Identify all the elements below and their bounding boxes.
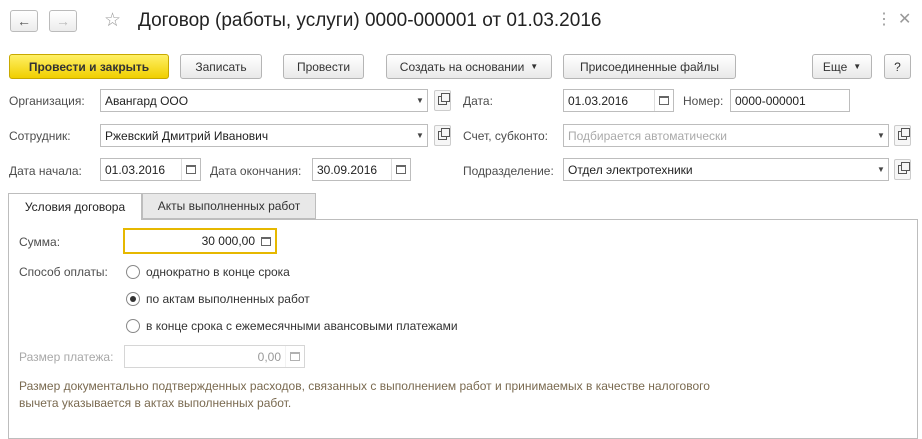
date-field[interactable]: 01.03.2016 xyxy=(563,89,674,112)
account-label: Счет, субконто: xyxy=(463,129,548,143)
start-date-label: Дата начала: xyxy=(9,164,82,178)
dropdown-arrow-icon: ▼ xyxy=(530,62,539,71)
payment-size-label: Размер платежа: xyxy=(19,350,114,364)
open-icon xyxy=(898,128,910,140)
dropdown-arrow-icon[interactable]: ▼ xyxy=(874,125,888,146)
forward-button[interactable]: → xyxy=(49,10,77,32)
star-icon[interactable]: ☆ xyxy=(104,9,121,32)
organization-field[interactable]: Авангард ООО ▼ xyxy=(100,89,428,112)
open-icon xyxy=(898,162,910,174)
calendar-icon[interactable] xyxy=(181,159,200,180)
vertical-dots-icon[interactable]: ⋮ xyxy=(876,9,892,29)
radio-monthly-advance-label[interactable]: в конце срока с ежемесячными авансовыми … xyxy=(146,319,458,333)
employee-field[interactable]: Ржевский Дмитрий Иванович ▼ xyxy=(100,124,428,147)
open-icon xyxy=(438,128,450,140)
organization-value: Авангард ООО xyxy=(105,93,189,108)
help-button[interactable]: ? xyxy=(884,54,911,79)
division-value: Отдел электротехники xyxy=(568,162,693,177)
division-field[interactable]: Отдел электротехники ▼ xyxy=(563,158,889,181)
start-date-field[interactable]: 01.03.2016 xyxy=(100,158,201,181)
radio-once-end[interactable] xyxy=(126,265,140,279)
open-division-button[interactable] xyxy=(894,159,911,180)
radio-by-acts-label[interactable]: по актам выполненных работ xyxy=(146,292,310,306)
attached-files-button[interactable]: Присоединенные файлы xyxy=(563,54,736,79)
payment-size-value: 0,00 xyxy=(257,349,281,364)
tab-contract-conditions[interactable]: Условия договора xyxy=(8,193,142,220)
dropdown-arrow-icon[interactable]: ▼ xyxy=(874,159,888,180)
post-button[interactable]: Провести xyxy=(283,54,364,79)
date-value: 01.03.2016 xyxy=(568,93,629,108)
radio-once-end-label[interactable]: однократно в конце срока xyxy=(146,265,290,279)
employee-label: Сотрудник: xyxy=(9,129,71,143)
end-date-label: Дата окончания: xyxy=(210,164,302,178)
calendar-icon[interactable] xyxy=(391,159,410,180)
radio-monthly-advance[interactable] xyxy=(126,319,140,333)
arrow-right-icon: → xyxy=(56,13,70,29)
arrow-left-icon: ← xyxy=(17,13,31,29)
dropdown-arrow-icon[interactable]: ▼ xyxy=(413,90,427,111)
account-placeholder: Подбирается автоматически xyxy=(568,128,727,143)
tab-work-acts[interactable]: Акты выполненных работ xyxy=(142,193,316,219)
number-field[interactable]: 0000-000001 xyxy=(730,89,850,112)
radio-by-acts[interactable] xyxy=(126,292,140,306)
save-button[interactable]: Записать xyxy=(180,54,262,79)
open-icon xyxy=(438,93,450,105)
post-and-close-button[interactable]: Провести и закрыть xyxy=(9,54,169,79)
close-icon[interactable]: ✕ xyxy=(898,9,911,29)
payment-method-label: Способ оплаты: xyxy=(19,265,108,279)
page-title: Договор (работы, услуги) 0000-000001 от … xyxy=(138,10,602,31)
dropdown-arrow-icon: ▼ xyxy=(853,62,862,71)
calendar-icon[interactable] xyxy=(654,90,673,111)
end-date-value: 30.09.2016 xyxy=(317,162,378,177)
calculator-icon[interactable] xyxy=(257,230,275,252)
dropdown-arrow-icon[interactable]: ▼ xyxy=(413,125,427,146)
start-date-value: 01.03.2016 xyxy=(105,162,166,177)
date-label: Дата: xyxy=(463,94,493,108)
open-account-button[interactable] xyxy=(894,125,911,146)
sum-field[interactable]: 30 000,00 xyxy=(123,228,277,254)
sum-value: 30 000,00 xyxy=(201,234,255,248)
more-label: Еще xyxy=(822,59,848,74)
back-button[interactable]: ← xyxy=(10,10,38,32)
open-organization-button[interactable] xyxy=(434,90,451,111)
division-label: Подразделение: xyxy=(463,164,554,178)
organization-label: Организация: xyxy=(9,94,85,108)
more-button[interactable]: Еще ▼ xyxy=(812,54,872,79)
sum-label: Сумма: xyxy=(19,235,61,249)
info-note: Размер документально подтвержденных расх… xyxy=(19,379,710,410)
create-based-on-label: Создать на основании xyxy=(399,59,525,74)
account-field[interactable]: Подбирается автоматически ▼ xyxy=(563,124,889,147)
employee-value: Ржевский Дмитрий Иванович xyxy=(105,128,269,143)
open-employee-button[interactable] xyxy=(434,125,451,146)
payment-size-field: 0,00 xyxy=(124,345,305,368)
calculator-icon xyxy=(285,346,304,367)
number-label: Номер: xyxy=(683,94,724,108)
create-based-on-button[interactable]: Создать на основании ▼ xyxy=(386,54,552,79)
number-value: 0000-000001 xyxy=(735,93,806,108)
end-date-field[interactable]: 30.09.2016 xyxy=(312,158,411,181)
